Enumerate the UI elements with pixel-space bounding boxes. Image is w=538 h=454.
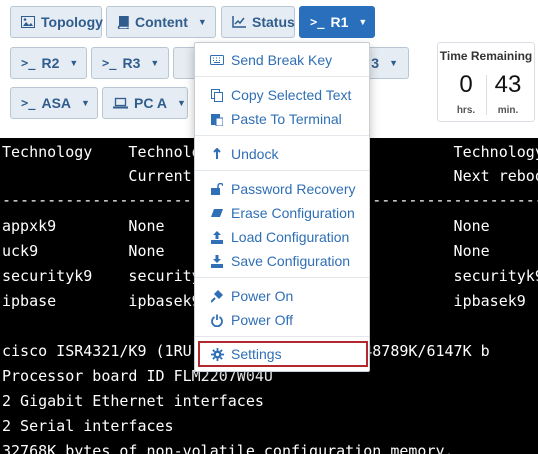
image-icon — [21, 16, 35, 28]
password-recovery-label: Password Recovery — [231, 181, 356, 197]
chevron-down-icon: ▼ — [389, 58, 398, 68]
laptop-icon — [113, 97, 128, 109]
menu-divider — [195, 170, 369, 171]
r3-label: R3 — [122, 55, 141, 71]
chevron-down-icon: ▼ — [69, 58, 79, 68]
r1-dropdown-menu: Send Break Key Copy Selected Text Paste … — [194, 42, 370, 372]
time-divider — [486, 75, 487, 115]
paste-icon — [209, 113, 225, 126]
erase-configuration-item[interactable]: Erase Configuration — [195, 202, 369, 224]
copy-icon — [209, 88, 225, 102]
content-button[interactable]: Content ▼ — [106, 6, 216, 38]
menu-divider — [195, 336, 369, 337]
topology-button[interactable]: Topology — [10, 6, 103, 38]
hours-value: 0 — [459, 71, 473, 98]
r1-label: R1 — [330, 14, 349, 30]
chevron-down-icon: ▼ — [197, 17, 207, 27]
terminal-icon: >_ — [21, 96, 36, 110]
load-configuration-item[interactable]: Load Configuration — [195, 226, 369, 248]
minutes-value: 43 — [494, 71, 522, 98]
minutes-unit: min. — [497, 105, 519, 116]
r1-button[interactable]: >_ R1 ▼ — [299, 6, 375, 38]
r2-button[interactable]: >_ R2 ▼ — [10, 47, 87, 79]
save-configuration-item[interactable]: Save Configuration — [195, 250, 369, 272]
unlock-icon — [209, 183, 225, 195]
undock-label: Undock — [231, 146, 279, 162]
asa-label: ASA — [41, 95, 72, 111]
load-configuration-label: Load Configuration — [231, 229, 350, 245]
terminal-line: 2 Gigabit Ethernet interfaces — [2, 392, 264, 410]
keyboard-icon — [209, 55, 225, 65]
power-off-label: Power Off — [231, 312, 293, 328]
paste-to-terminal-label: Paste To Terminal — [231, 111, 342, 127]
chevron-down-icon: ▼ — [358, 17, 368, 27]
content-label: Content — [135, 14, 188, 30]
topology-label: Topology — [41, 14, 103, 30]
undock-item[interactable]: Undock — [195, 143, 369, 165]
undock-icon — [209, 148, 225, 160]
pc-a-button[interactable]: PC A ▼ — [102, 87, 188, 119]
copy-selected-text-item[interactable]: Copy Selected Text — [195, 84, 369, 106]
power-icon — [209, 314, 225, 327]
menu-divider — [195, 76, 369, 77]
menu-divider — [195, 277, 369, 278]
r2-label: R2 — [41, 55, 60, 71]
terminal-line: 2 Serial interfaces — [2, 417, 174, 435]
upload-icon — [209, 230, 225, 244]
eraser-icon — [209, 208, 225, 218]
menu-divider — [195, 135, 369, 136]
terminal-icon: >_ — [310, 15, 325, 29]
book-icon — [117, 15, 129, 29]
power-off-item[interactable]: Power Off — [195, 309, 369, 331]
terminal-icon: >_ — [21, 56, 36, 70]
paste-to-terminal-item[interactable]: Paste To Terminal — [195, 108, 369, 130]
send-break-key-item[interactable]: Send Break Key — [195, 49, 369, 71]
time-remaining-panel: Time Remaining 0 43 hrs. min. — [437, 42, 535, 122]
time-remaining-title: Time Remaining — [439, 49, 533, 63]
power-on-item[interactable]: Power On — [195, 285, 369, 307]
chevron-down-icon: ▼ — [176, 98, 186, 108]
r3-button[interactable]: >_ R3 ▼ — [91, 47, 169, 79]
terminal-icon: >_ — [102, 56, 117, 70]
gear-icon — [209, 347, 225, 361]
power-on-label: Power On — [231, 288, 294, 304]
status-button[interactable]: Status — [221, 6, 295, 38]
device-label: 3 — [371, 55, 380, 71]
chevron-down-icon: ▼ — [81, 98, 90, 108]
password-recovery-item[interactable]: Password Recovery — [195, 178, 369, 200]
terminal-line: 32768K bytes of non-volatile configurati… — [2, 442, 454, 454]
chevron-down-icon: ▼ — [150, 58, 160, 68]
copy-selected-text-label: Copy Selected Text — [231, 87, 352, 103]
download-icon — [209, 254, 225, 268]
save-configuration-label: Save Configuration — [231, 253, 351, 269]
plug-icon — [209, 289, 225, 303]
settings-label: Settings — [231, 346, 282, 362]
send-break-key-label: Send Break Key — [231, 52, 333, 68]
status-label: Status — [252, 14, 295, 30]
erase-configuration-label: Erase Configuration — [231, 205, 355, 221]
settings-item[interactable]: Settings — [198, 341, 368, 367]
chart-line-icon — [232, 16, 246, 28]
pc-a-label: PC A — [134, 95, 167, 111]
asa-button[interactable]: >_ ASA ▼ — [10, 87, 98, 119]
hours-unit: hrs. — [456, 105, 476, 116]
